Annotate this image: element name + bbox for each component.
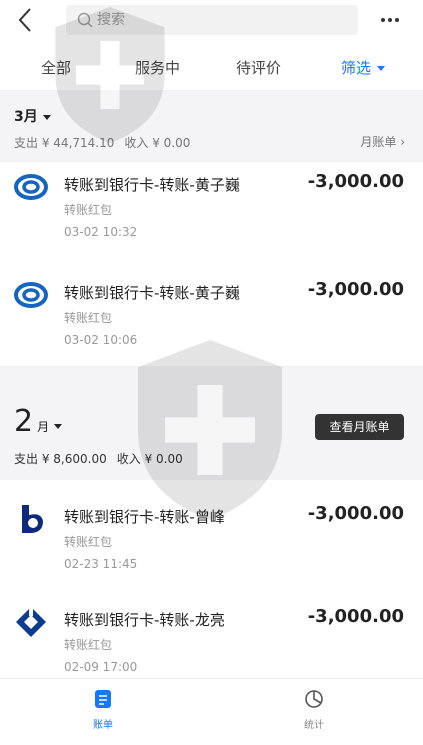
transaction-row[interactable]: 转账到银行卡-转账-曾峰 -3,000.00 转账红包 02-23 11:45 bbox=[0, 498, 423, 594]
transaction-amount: -3,000.00 bbox=[307, 279, 404, 300]
bottom-nav: 账单 统计 bbox=[0, 678, 423, 745]
transaction-time: 03-02 10:32 bbox=[64, 225, 138, 239]
month-header-march: 3月 支出 ¥ 44,714.10 收入 ¥ 0.00 月账单 › bbox=[0, 90, 423, 162]
transaction-amount: -3,000.00 bbox=[307, 503, 404, 524]
top-bar: 搜索 bbox=[0, 0, 423, 42]
nav-bill-label: 账单 bbox=[93, 720, 113, 731]
back-arrow-icon[interactable] bbox=[14, 6, 38, 34]
transaction-row[interactable]: 转账到银行卡-转账-黄子巍 -3,000.00 转账红包 03-02 10:32 bbox=[0, 166, 423, 262]
transaction-time: 02-23 11:45 bbox=[64, 557, 138, 571]
transaction-category: 转账红包 bbox=[64, 203, 113, 217]
search-input[interactable]: 搜索 bbox=[66, 5, 358, 35]
transaction-title: 转账到银行卡-转账-黄子巍 bbox=[64, 176, 240, 194]
monthly-bill-link[interactable]: 月账单 › bbox=[360, 133, 405, 150]
nav-statistics[interactable]: 统计 bbox=[284, 689, 344, 731]
bank-logo-icon bbox=[16, 607, 46, 637]
transaction-amount: -3,000.00 bbox=[307, 171, 404, 192]
transaction-category: 转账红包 bbox=[64, 311, 113, 325]
chevron-down-icon bbox=[42, 114, 51, 120]
filter-tabs: 全部 服务中 待评价 筛选 bbox=[0, 42, 423, 90]
pie-chart-icon bbox=[305, 690, 323, 708]
tab-in-service[interactable]: 服务中 bbox=[135, 58, 180, 78]
transaction-category: 转账红包 bbox=[64, 638, 113, 652]
transaction-time: 02-09 17:00 bbox=[64, 660, 138, 674]
transaction-row[interactable]: 转账到银行卡-转账-黄子巍 -3,000.00 转账红包 03-02 10:06 bbox=[0, 274, 423, 370]
bank-logo-icon bbox=[22, 505, 43, 533]
nav-statistics-label: 统计 bbox=[304, 720, 324, 731]
transaction-title: 转账到银行卡-转账-黄子巍 bbox=[64, 284, 240, 302]
month-summary: 支出 ¥ 8,600.00 收入 ¥ 0.00 bbox=[14, 452, 183, 466]
month-selector[interactable]: 2月 bbox=[14, 404, 63, 439]
bank-logo-icon bbox=[14, 174, 48, 200]
transaction-amount: -3,000.00 bbox=[307, 606, 404, 627]
more-options-icon[interactable] bbox=[379, 9, 401, 29]
transaction-category: 转账红包 bbox=[64, 535, 113, 549]
tab-to-review[interactable]: 待评价 bbox=[236, 58, 281, 78]
search-placeholder: 搜索 bbox=[97, 12, 125, 28]
transaction-title: 转账到银行卡-转账-龙亮 bbox=[64, 611, 225, 629]
nav-bill[interactable]: 账单 bbox=[73, 689, 133, 731]
transaction-time: 03-02 10:06 bbox=[64, 333, 138, 347]
transaction-title: 转账到银行卡-转账-曾峰 bbox=[64, 508, 225, 526]
tab-filter[interactable]: 筛选 bbox=[341, 58, 386, 78]
bill-icon bbox=[95, 690, 111, 708]
bank-logo-icon bbox=[14, 282, 48, 308]
view-monthly-bill-button[interactable]: 查看月账单 bbox=[315, 414, 404, 440]
month-summary: 支出 ¥ 44,714.10 收入 ¥ 0.00 bbox=[14, 136, 191, 150]
tab-all[interactable]: 全部 bbox=[41, 58, 71, 78]
chevron-down-icon bbox=[377, 66, 386, 71]
chevron-down-icon bbox=[54, 424, 63, 429]
search-icon bbox=[77, 12, 93, 28]
month-header-february: 2月 查看月账单 支出 ¥ 8,600.00 收入 ¥ 0.00 bbox=[0, 366, 423, 480]
month-selector[interactable]: 3月 bbox=[14, 106, 51, 126]
